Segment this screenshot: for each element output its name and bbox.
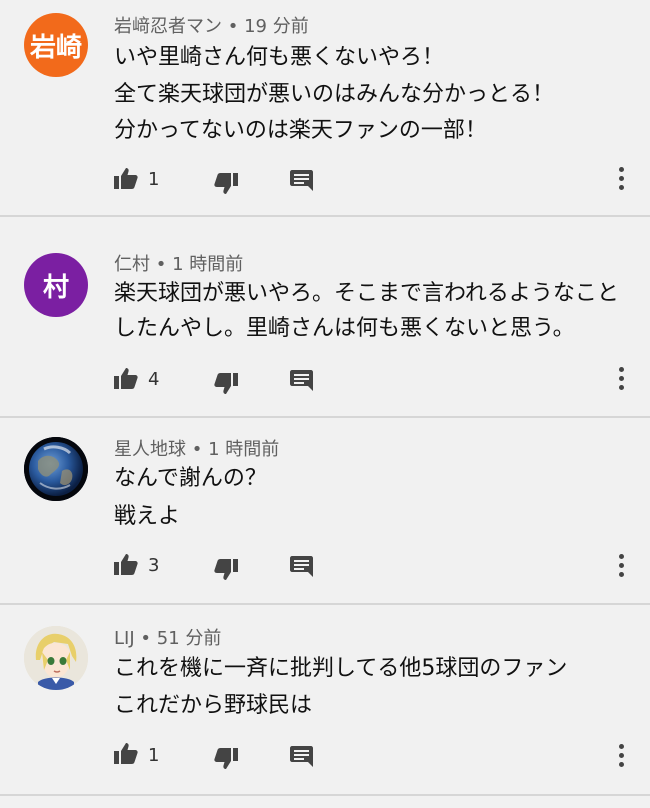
comment-divider xyxy=(0,215,650,217)
comment-meta: 仁村 • 1 時間前 xyxy=(114,254,243,276)
comment-text-line: 全て楽天球団が悪いのはみんな分かっとる！ xyxy=(114,82,555,107)
comment-author[interactable]: LIJ xyxy=(114,628,135,649)
comment-meta: 星人地球 • 1 時間前 xyxy=(114,439,279,461)
thumbs-up-icon xyxy=(114,368,138,389)
comment-divider xyxy=(0,603,650,605)
comment-author[interactable]: 岩﨑忍者マン xyxy=(114,16,222,37)
reply-button[interactable] xyxy=(289,555,313,577)
comment-time: 19 分前 xyxy=(244,16,309,37)
comment-text-line: これだから野球民は xyxy=(114,693,313,718)
dislike-button[interactable] xyxy=(213,372,239,396)
anime-character-avatar-image xyxy=(24,626,88,690)
comment-text-line: 分かってないのは楽天ファンの一部！ xyxy=(114,118,487,143)
dot xyxy=(618,185,624,190)
avatar[interactable] xyxy=(24,437,88,501)
like-button[interactable] xyxy=(113,366,139,390)
thumbs-up-icon xyxy=(114,168,138,189)
reply-comment-icon xyxy=(289,746,313,767)
comment-text-line: いや里崎さん何も悪くないやろ！ xyxy=(114,45,445,70)
comment-meta: 岩﨑忍者マン • 19 分前 xyxy=(114,16,309,38)
avatar-initials: 岩崎 xyxy=(29,32,82,63)
avatar-initials: 村 xyxy=(42,272,69,303)
reply-button[interactable] xyxy=(289,169,313,191)
comment-text-line: 楽天球団が悪いやろ。そこまで言われるようなこと xyxy=(114,281,619,306)
more-options-button[interactable] xyxy=(616,367,626,390)
meta-separator: • xyxy=(140,628,152,649)
comment-time: 51 分前 xyxy=(156,628,222,649)
comment-time: 1 時間前 xyxy=(172,254,244,275)
thumbs-down-icon xyxy=(214,559,238,580)
like-button[interactable] xyxy=(113,741,139,765)
comment-divider xyxy=(0,416,650,418)
dot xyxy=(618,176,624,181)
more-options-button[interactable] xyxy=(616,167,626,190)
avatar[interactable] xyxy=(24,626,88,690)
like-count: 1 xyxy=(148,745,160,766)
reply-button[interactable] xyxy=(289,369,313,391)
like-button[interactable] xyxy=(113,552,139,576)
reply-comment-icon xyxy=(289,170,313,191)
comment-time: 1 時間前 xyxy=(208,439,280,460)
like-count: 4 xyxy=(148,369,160,390)
reply-button[interactable] xyxy=(289,745,313,767)
reply-comment-icon xyxy=(289,556,313,577)
reply-comment-icon xyxy=(289,370,313,391)
comment-text-line: なんで謝んの？ xyxy=(114,466,267,491)
thumbs-down-icon xyxy=(214,748,238,769)
dislike-button[interactable] xyxy=(213,558,239,582)
more-vertical-icon xyxy=(618,167,624,172)
dot xyxy=(618,376,624,381)
avatar[interactable]: 村 xyxy=(24,253,88,317)
dot xyxy=(618,753,624,758)
dislike-button[interactable] xyxy=(213,172,239,196)
comment-text-line: これを機に一斉に批判してる他5球団のファン xyxy=(114,656,568,681)
thumbs-up-icon xyxy=(114,743,138,764)
dot xyxy=(618,563,624,568)
dislike-button[interactable] xyxy=(213,747,239,771)
like-count: 1 xyxy=(148,169,160,190)
more-vertical-icon xyxy=(618,554,624,559)
dot xyxy=(618,572,624,577)
thumbs-up-icon xyxy=(114,554,138,575)
meta-separator: • xyxy=(191,439,203,460)
comment-divider xyxy=(0,794,650,796)
dot xyxy=(618,762,624,767)
comment-meta: LIJ • 51 分前 xyxy=(114,628,221,650)
like-button[interactable] xyxy=(113,166,139,190)
more-options-button[interactable] xyxy=(616,554,626,577)
comment-text-line: 戦えよ xyxy=(114,504,181,529)
meta-separator: • xyxy=(227,16,239,37)
comment-author[interactable]: 仁村 xyxy=(114,254,150,275)
more-vertical-icon xyxy=(618,744,624,749)
avatar[interactable]: 岩崎 xyxy=(24,13,88,77)
thumbs-down-icon xyxy=(214,373,238,394)
like-count: 3 xyxy=(148,555,160,576)
comment-text-line: したんやし。里崎さんは何も悪くないと思う。 xyxy=(114,316,575,341)
comment-author[interactable]: 星人地球 xyxy=(114,439,186,460)
more-options-button[interactable] xyxy=(616,744,626,767)
earth-avatar-image xyxy=(24,437,88,501)
meta-separator: • xyxy=(155,254,167,275)
dot xyxy=(618,385,624,390)
thumbs-down-icon xyxy=(214,173,238,194)
more-vertical-icon xyxy=(618,367,624,372)
